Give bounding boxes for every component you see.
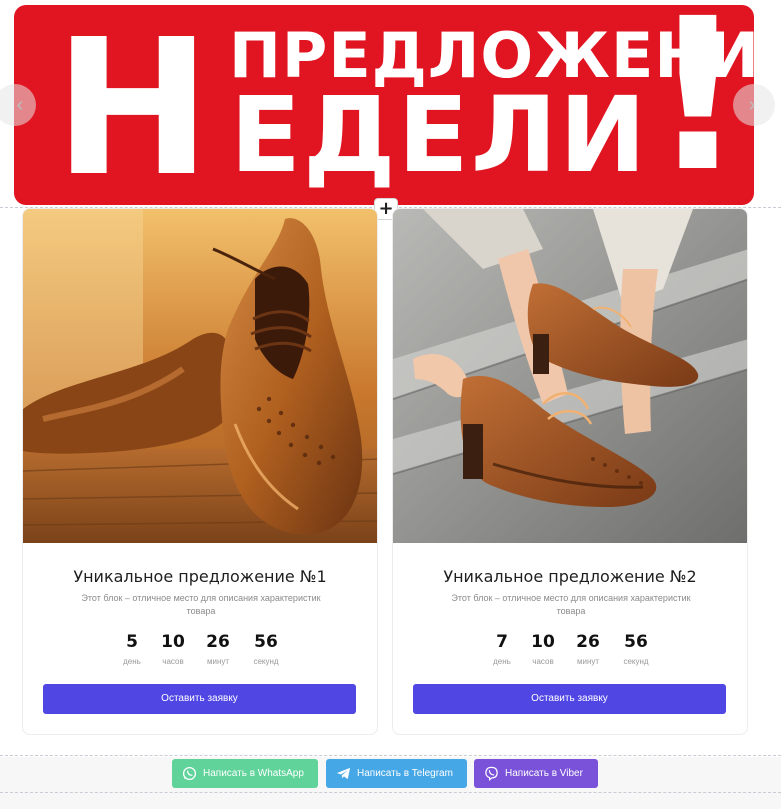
timer-seconds: 56 секунд bbox=[611, 631, 661, 666]
chevron-left-icon: ‹ bbox=[16, 94, 24, 116]
timer-minutes-label: минут bbox=[206, 657, 230, 666]
timer-seconds: 56 секунд bbox=[241, 631, 291, 666]
order-button[interactable]: Оставить заявку bbox=[413, 684, 726, 714]
order-button[interactable]: Оставить заявку bbox=[43, 684, 356, 714]
product-card-2: Уникальное предложение №2 Этот блок – от… bbox=[392, 208, 748, 735]
timer-hours-value: 10 bbox=[531, 632, 555, 652]
timer-hours: 10 часов bbox=[518, 631, 568, 666]
timer-seconds-label: секунд bbox=[623, 657, 649, 666]
product-photo-1 bbox=[23, 209, 377, 543]
timer-minutes-label: минут bbox=[576, 657, 600, 666]
chevron-right-icon: › bbox=[748, 94, 756, 116]
timer-seconds-value: 56 bbox=[624, 632, 648, 652]
viber-button[interactable]: Написать в Viber bbox=[474, 759, 598, 788]
telegram-button-label: Написать в Telegram bbox=[357, 768, 453, 779]
telegram-icon bbox=[336, 767, 351, 780]
product-card-1: Уникальное предложение №1 Этот блок – от… bbox=[22, 208, 378, 735]
banner-line-2: ЕДЕЛИ bbox=[230, 74, 649, 196]
card-description: Этот блок – отличное место для описания … bbox=[451, 593, 691, 616]
timer-minutes-value: 26 bbox=[206, 632, 230, 652]
block-divider bbox=[0, 755, 781, 756]
card-title: Уникальное предложение №2 bbox=[443, 567, 697, 586]
viber-icon bbox=[485, 766, 498, 781]
slider-next-button[interactable]: › bbox=[733, 84, 775, 126]
page: Н ПРЕДЛОЖЕНИЕ ЕДЕЛИ ! ‹ › + Уникальное п… bbox=[0, 0, 781, 809]
viber-button-label: Написать в Viber bbox=[505, 768, 583, 779]
timer-hours-label: часов bbox=[532, 657, 554, 666]
timer-minutes: 26 минут bbox=[563, 631, 613, 666]
product-photo-2 bbox=[393, 209, 747, 543]
timer-minutes-value: 26 bbox=[576, 632, 600, 652]
card-title: Уникальное предложение №1 bbox=[73, 567, 327, 586]
timer-hours-label: часов bbox=[162, 657, 184, 666]
banner-big-letter: Н bbox=[54, 5, 212, 205]
timer-seconds-value: 56 bbox=[254, 632, 278, 652]
timer-minutes: 26 минут bbox=[193, 631, 243, 666]
countdown-timer: 7 день 10 часов 26 минут 56 секунд bbox=[481, 631, 671, 671]
banner-exclamation: ! bbox=[650, 5, 746, 205]
whatsapp-button[interactable]: Написать в WhatsApp bbox=[172, 759, 318, 788]
timer-hours: 10 часов bbox=[148, 631, 198, 666]
timer-hours-value: 10 bbox=[161, 632, 185, 652]
whatsapp-icon bbox=[182, 766, 197, 781]
whatsapp-button-label: Написать в WhatsApp bbox=[203, 768, 304, 779]
block-divider bbox=[0, 792, 781, 793]
timer-seconds-label: секунд bbox=[253, 657, 279, 666]
card-description: Этот блок – отличное место для описания … bbox=[81, 593, 321, 616]
promo-banner: Н ПРЕДЛОЖЕНИЕ ЕДЕЛИ ! bbox=[14, 5, 754, 205]
telegram-button[interactable]: Написать в Telegram bbox=[326, 759, 467, 788]
countdown-timer: 5 день 10 часов 26 минут 56 секунд bbox=[111, 631, 301, 671]
